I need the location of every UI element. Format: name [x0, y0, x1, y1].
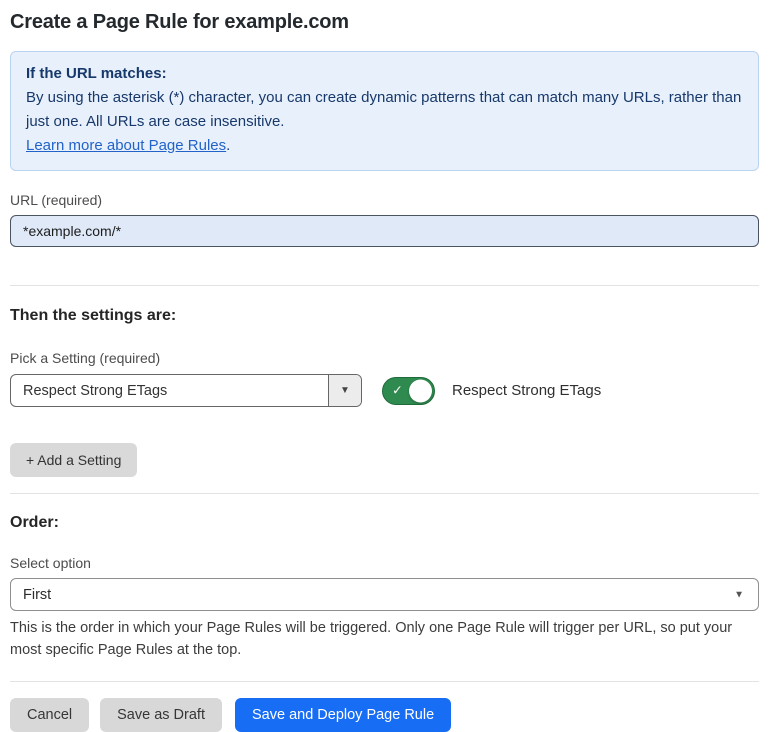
- checkmark-icon: ✓: [392, 382, 403, 398]
- url-match-info-box: If the URL matches: By using the asteris…: [10, 51, 759, 171]
- page-rule-form: Create a Page Rule for example.com If th…: [0, 11, 769, 732]
- info-box-heading: If the URL matches:: [26, 62, 743, 86]
- info-box-body: By using the asterisk (*) character, you…: [26, 86, 743, 134]
- add-setting-button[interactable]: + Add a Setting: [10, 443, 137, 477]
- dropdown-arrow-icon: ▼: [340, 385, 350, 396]
- page-title: Create a Page Rule for example.com: [10, 11, 759, 34]
- setting-select-arrow-button[interactable]: ▼: [328, 375, 361, 406]
- section-divider: [10, 285, 759, 286]
- footer-divider: [10, 681, 759, 682]
- setting-toggle-label: Respect Strong ETags: [452, 382, 601, 399]
- setting-toggle[interactable]: ✓: [382, 377, 435, 405]
- chevron-down-icon: ▼: [734, 589, 744, 600]
- order-select-label: Select option: [10, 555, 759, 571]
- order-section-heading: Order:: [10, 514, 759, 532]
- footer-actions: Cancel Save as Draft Save and Deploy Pag…: [10, 698, 759, 732]
- learn-more-link[interactable]: Learn more about Page Rules: [26, 137, 226, 154]
- cancel-button[interactable]: Cancel: [10, 698, 89, 732]
- save-draft-button[interactable]: Save as Draft: [100, 698, 222, 732]
- setting-picker-label: Pick a Setting (required): [10, 350, 759, 366]
- setting-select-value: Respect Strong ETags: [11, 375, 328, 406]
- order-select[interactable]: First ▼: [10, 578, 759, 611]
- section-divider: [10, 493, 759, 494]
- settings-section-heading: Then the settings are:: [10, 307, 759, 325]
- toggle-knob: [409, 379, 432, 402]
- url-field-label: URL (required): [10, 192, 759, 208]
- info-box-link-line: Learn more about Page Rules.: [26, 134, 743, 158]
- save-deploy-button[interactable]: Save and Deploy Page Rule: [235, 698, 451, 732]
- setting-row: Respect Strong ETags ▼ ✓ Respect Strong …: [10, 374, 759, 407]
- link-suffix: .: [226, 137, 230, 154]
- setting-select[interactable]: Respect Strong ETags ▼: [10, 374, 362, 407]
- order-help-text: This is the order in which your Page Rul…: [10, 617, 759, 661]
- url-input[interactable]: [10, 215, 759, 247]
- order-select-value: First: [23, 587, 51, 603]
